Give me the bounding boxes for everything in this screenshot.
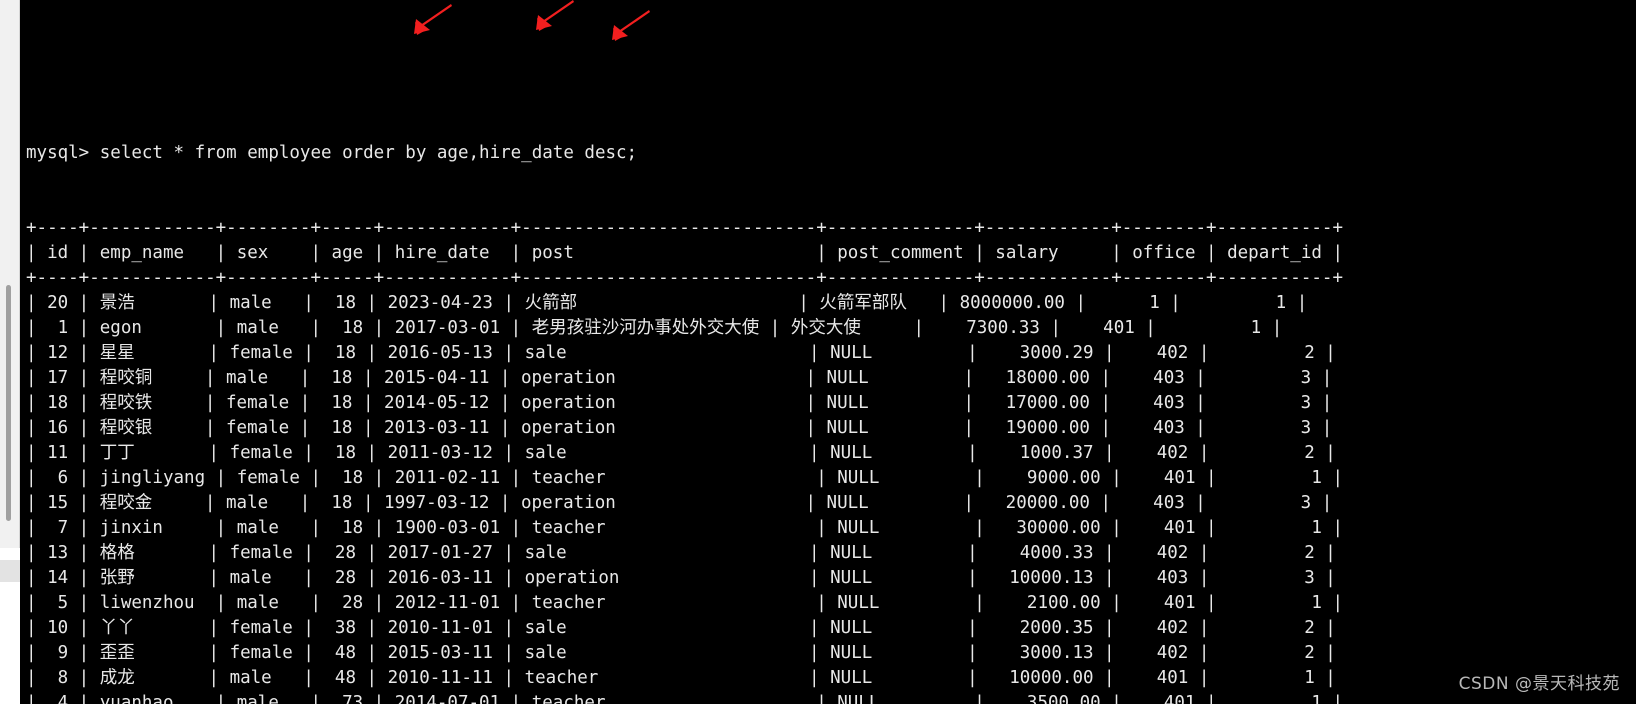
table-row: | 13 | 格格 | female | 28 | 2017-01-27 | s…	[26, 543, 1336, 563]
table-row: | 6 | jingliyang | female | 18 | 2011-02…	[26, 468, 1343, 488]
table-rule-top: +----+------------+--------+-----+------…	[26, 218, 1343, 238]
table-row: | 18 | 程咬铁 | female | 18 | 2014-05-12 | …	[26, 393, 1333, 413]
table-row: | 4 | yuanhao | male | 73 | 2014-07-01 |…	[26, 693, 1343, 704]
table-row: | 5 | liwenzhou | male | 28 | 2012-11-01…	[26, 593, 1343, 613]
scrollbar-thumb[interactable]	[6, 285, 11, 521]
table-row: | 11 | 丁丁 | female | 18 | 2011-03-12 | s…	[26, 443, 1336, 463]
table-row: | 14 | 张野 | male | 28 | 2016-03-11 | ope…	[26, 568, 1336, 588]
table-row: | 1 | egon | male | 18 | 2017-03-01 | 老男…	[26, 318, 1283, 338]
arrow-desc-icon	[612, 10, 650, 41]
mysql-terminal[interactable]: mysql> select * from employee order by a…	[20, 0, 1636, 704]
table-row: | 15 | 程咬金 | male | 18 | 1997-03-12 | op…	[26, 493, 1333, 513]
table-row: | 7 | jinxin | male | 18 | 1900-03-01 | …	[26, 518, 1343, 538]
arrow-age-icon	[414, 4, 452, 35]
table-row: | 12 | 星星 | female | 18 | 2016-05-13 | s…	[26, 343, 1336, 363]
csdn-watermark: CSDN @景天科技苑	[1458, 674, 1620, 694]
table-row: | 20 | 景浩 | male | 18 | 2023-04-23 | 火箭部…	[26, 293, 1308, 313]
result-table: +----+------------+--------+-----+------…	[26, 216, 1636, 704]
table-row: | 10 | 丫丫 | female | 38 | 2010-11-01 | s…	[26, 618, 1336, 638]
page-scrollbar-gutter	[0, 0, 20, 704]
terminal-top-padding	[26, 75, 1636, 91]
arrow-hire-date-icon	[536, 0, 574, 31]
table-row: | 9 | 歪歪 | female | 48 | 2015-03-11 | sa…	[26, 643, 1336, 663]
gutter-gray-block	[0, 560, 20, 582]
prompt-line: mysql> select * from employee order by a…	[26, 143, 638, 163]
table-row: | 17 | 程咬铜 | male | 18 | 2015-04-11 | op…	[26, 368, 1333, 388]
table-row: | 16 | 程咬银 | female | 18 | 2013-03-11 | …	[26, 418, 1333, 438]
table-row: | 8 | 成龙 | male | 48 | 2010-11-11 | teac…	[26, 668, 1336, 688]
screenshot-root: mysql> select * from employee order by a…	[0, 0, 1636, 704]
table-header-row: | id | emp_name | sex | age | hire_date …	[26, 243, 1343, 263]
clipped-top-line	[20, 0, 1636, 10]
table-rule-header: +----+------------+--------+-----+------…	[26, 268, 1343, 288]
